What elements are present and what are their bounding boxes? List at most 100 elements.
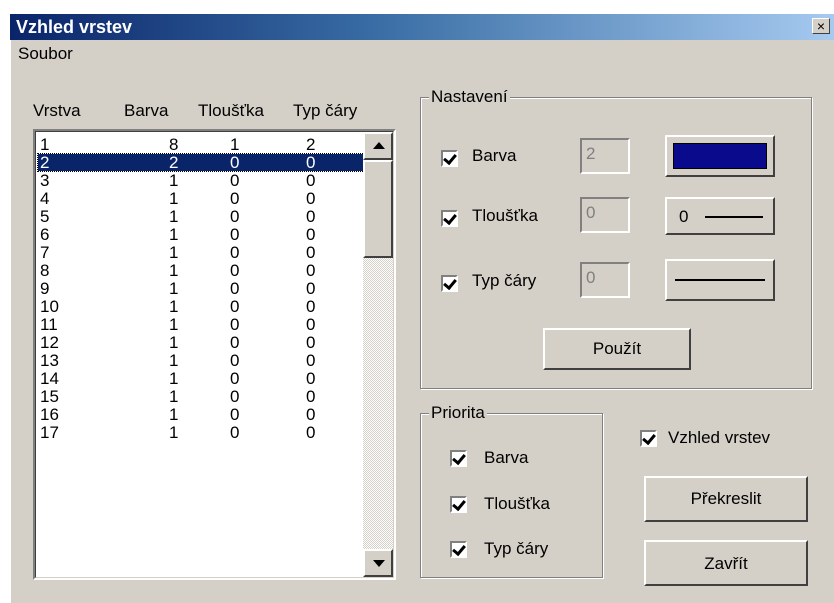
- settings-typ-field[interactable]: 0: [580, 262, 630, 298]
- table-cell: 1: [169, 405, 179, 424]
- table-cell: 0: [230, 225, 240, 244]
- table-row[interactable]: 12 1 0 0: [38, 334, 364, 351]
- close-icon[interactable]: ×: [812, 18, 830, 34]
- table-cell: 0: [306, 225, 316, 244]
- table-row[interactable]: 2 2 0 0: [37, 153, 365, 172]
- table-row[interactable]: 5 1 0 0: [38, 208, 364, 225]
- table-row[interactable]: 11 1 0 0: [38, 316, 364, 333]
- table-cell: 1: [169, 261, 179, 280]
- table-row[interactable]: 13 1 0 0: [38, 352, 364, 369]
- table-row[interactable]: 4 1 0 0: [38, 190, 364, 207]
- table-row[interactable]: 10 1 0 0: [38, 298, 364, 315]
- table-cell: 11: [40, 315, 58, 334]
- vzhled-vrstev-checkbox[interactable]: [640, 430, 657, 447]
- table-cell: 0: [230, 315, 240, 334]
- apply-button[interactable]: Použít: [543, 328, 691, 370]
- color-swatch: [673, 143, 767, 169]
- table-cell: 0: [230, 351, 240, 370]
- priority-tloustka-label: Tloušťka: [484, 494, 550, 513]
- table-cell: 1: [169, 351, 179, 370]
- table-row[interactable]: 17 1 0 0: [38, 424, 364, 441]
- vertical-scrollbar[interactable]: [363, 132, 393, 577]
- priority-tloustka-checkbox[interactable]: [450, 496, 467, 513]
- table-cell: 0: [230, 369, 240, 388]
- column-header-typ-cary: Typ čáry: [293, 101, 358, 120]
- table-cell: 1: [169, 315, 179, 334]
- table-cell: 0: [230, 153, 240, 172]
- settings-group-title: Nastavení: [429, 87, 510, 107]
- table-cell: 0: [306, 153, 316, 172]
- table-cell: 1: [169, 243, 179, 262]
- arrow-down-icon: [373, 560, 385, 567]
- color-picker-button[interactable]: [665, 135, 775, 177]
- layer-listbox[interactable]: 1 8 1 2 2 2 0 0 3 1 0 0 4 1 0 0 5 1 0 0 6 1 0 0 7 1 0 0 8 1 0 0 9 1 0 0 10 1 0…: [33, 129, 396, 580]
- redraw-button[interactable]: Překreslit: [644, 476, 808, 522]
- close-button[interactable]: Zavřít: [644, 540, 808, 586]
- table-cell: 0: [230, 405, 240, 424]
- table-cell: 0: [306, 279, 316, 298]
- table-cell: 1: [40, 135, 50, 154]
- table-cell: 0: [230, 243, 240, 262]
- table-cell: 6: [40, 225, 50, 244]
- table-cell: 0: [306, 387, 316, 406]
- settings-tloustka-field[interactable]: 0: [580, 197, 630, 233]
- table-cell: 1: [169, 423, 179, 442]
- priority-typ-checkbox[interactable]: [450, 541, 467, 558]
- settings-barva-label: Barva: [472, 146, 517, 165]
- table-cell: 2: [40, 153, 50, 172]
- settings-typ-checkbox[interactable]: [441, 275, 458, 292]
- line-width-button[interactable]: 0: [665, 197, 775, 235]
- table-row[interactable]: 15 1 0 0: [38, 388, 364, 405]
- table-cell: 0: [306, 315, 316, 334]
- settings-barva-checkbox[interactable]: [441, 150, 458, 167]
- table-cell: 9: [40, 279, 50, 298]
- window-title: Vzhled vrstev: [16, 17, 133, 37]
- menu-bar: Soubor: [10, 42, 834, 66]
- table-cell: 0: [230, 189, 240, 208]
- table-cell: 10: [40, 297, 59, 316]
- line-type-button[interactable]: [665, 259, 775, 301]
- table-cell: 0: [230, 297, 240, 316]
- settings-tloustka-label: Tloušťka: [472, 206, 538, 225]
- table-cell: 1: [169, 189, 179, 208]
- table-cell: 1: [169, 387, 179, 406]
- arrow-up-icon: [373, 142, 385, 149]
- table-cell: 0: [230, 261, 240, 280]
- settings-barva-field[interactable]: 2: [580, 138, 630, 174]
- table-row[interactable]: 9 1 0 0: [38, 280, 364, 297]
- scroll-up-button[interactable]: [363, 132, 393, 160]
- table-row[interactable]: 6 1 0 0: [38, 226, 364, 243]
- column-header-barva: Barva: [124, 101, 169, 120]
- table-cell: 1: [169, 207, 179, 226]
- settings-typ-label: Typ čáry: [472, 271, 537, 290]
- table-cell: 1: [169, 333, 179, 352]
- table-cell: 1: [169, 369, 179, 388]
- table-row[interactable]: 7 1 0 0: [38, 244, 364, 261]
- settings-tloustka-checkbox[interactable]: [441, 210, 458, 227]
- title-bar[interactable]: Vzhled vrstev ×: [10, 14, 834, 40]
- table-cell: 8: [169, 135, 179, 154]
- table-cell: 7: [40, 243, 50, 262]
- table-cell: 0: [306, 351, 316, 370]
- table-row[interactable]: 8 1 0 0: [38, 262, 364, 279]
- scroll-down-button[interactable]: [363, 549, 393, 577]
- table-cell: 17: [40, 423, 59, 442]
- scroll-thumb[interactable]: [363, 160, 393, 258]
- table-cell: 0: [306, 189, 316, 208]
- table-cell: 0: [230, 279, 240, 298]
- table-row[interactable]: 1812: [38, 136, 364, 153]
- priority-barva-checkbox[interactable]: [450, 450, 467, 467]
- table-row[interactable]: 3 1 0 0: [38, 172, 364, 189]
- layer-list: 1 8 1 2 2 2 0 0 3 1 0 0 4 1 0 0 5 1 0 0 6 1 0 0 7 1 0 0 8 1 0 0 9 1 0 0 10 1 0…: [35, 131, 394, 578]
- table-cell: 1: [230, 135, 240, 154]
- table-cell: 8: [40, 261, 50, 280]
- table-cell: 0: [306, 171, 316, 190]
- table-row[interactable]: 14 1 0 0: [38, 370, 364, 387]
- table-cell: 3: [40, 171, 50, 190]
- table-cell: 5: [40, 207, 50, 226]
- table-cell: 4: [40, 189, 50, 208]
- table-cell: 16: [40, 405, 59, 424]
- table-cell: 0: [230, 207, 240, 226]
- table-row[interactable]: 16 1 0 0: [38, 406, 364, 423]
- menu-soubor[interactable]: Soubor: [18, 44, 73, 64]
